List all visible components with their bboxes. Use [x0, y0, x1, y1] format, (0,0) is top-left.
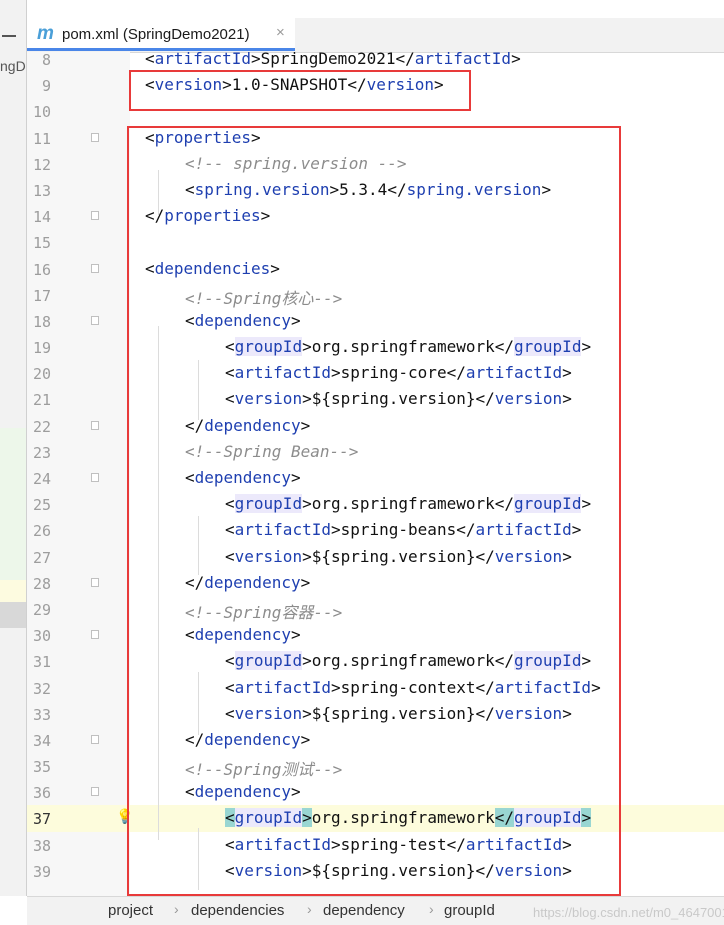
code-token: < — [145, 49, 155, 68]
fold-marker-icon[interactable] — [91, 734, 99, 744]
breadcrumb-separator: › — [174, 901, 179, 917]
line-number: 18 — [32, 312, 51, 331]
line-number: 24 — [32, 470, 51, 488]
code-token: artifactId — [154, 49, 251, 68]
breadcrumb-separator: › — [307, 901, 312, 917]
line-number: 13 — [32, 181, 51, 200]
tree-selection — [0, 602, 26, 628]
line-number: 16 — [32, 260, 51, 279]
line-number: 29 — [32, 600, 51, 619]
line-number: 37 — [32, 810, 51, 829]
line-number: 34 — [32, 731, 51, 750]
line-number: 14 — [32, 208, 51, 227]
line-number: 15 — [32, 234, 51, 253]
code-token: > — [250, 49, 261, 68]
tree-highlight-yellow — [0, 580, 26, 602]
line-number: 19 — [32, 339, 51, 358]
watermark: https://blog.csdn.net/m0_46470018 — [533, 905, 724, 920]
fold-marker-icon[interactable] — [91, 420, 99, 430]
line-number: 33 — [32, 705, 51, 724]
line-number: 36 — [32, 784, 51, 803]
line-number: 26 — [32, 522, 51, 541]
line-number: 17 — [32, 286, 51, 305]
fold-marker-icon[interactable] — [91, 132, 99, 142]
line-number: 31 — [32, 653, 51, 672]
fold-marker-icon[interactable] — [91, 630, 99, 640]
line-number: 25 — [32, 496, 51, 515]
code-token: </ — [395, 49, 415, 68]
line-number: 28 — [32, 574, 51, 593]
fold-marker-icon[interactable] — [91, 787, 99, 797]
code-token: artifactId — [414, 49, 512, 68]
close-icon[interactable]: × — [276, 24, 285, 41]
code-token: > — [511, 49, 521, 68]
breadcrumb-separator: › — [429, 901, 434, 917]
line-number: 8 — [41, 51, 51, 69]
maven-m-icon: m — [37, 23, 54, 44]
fold-marker-icon[interactable] — [91, 211, 99, 221]
code-text: <artifactId>SpringDemo2021</artifactId> — [145, 49, 521, 68]
highlight-box-dependencies — [127, 126, 621, 896]
indent-guide — [198, 828, 199, 890]
breadcrumb-project[interactable]: project — [108, 902, 153, 919]
indent-guide — [198, 516, 199, 575]
line-number: 12 — [32, 155, 51, 174]
line-number: 30 — [32, 627, 51, 646]
fold-marker-icon[interactable] — [91, 263, 99, 273]
tree-highlight-green — [0, 428, 26, 580]
indent-guide — [198, 360, 199, 420]
project-panel[interactable]: ngD — [0, 0, 27, 896]
indent-guide — [158, 326, 159, 840]
line-number: 35 — [32, 758, 51, 777]
project-tree-label[interactable]: ngD — [0, 58, 26, 74]
line-number: 39 — [32, 862, 51, 881]
breadcrumb-dependency[interactable]: dependency — [323, 902, 405, 919]
indent-guide — [198, 672, 199, 735]
minimize-icon[interactable] — [2, 35, 16, 37]
line-number: 32 — [32, 679, 51, 698]
fold-marker-icon[interactable] — [91, 315, 99, 325]
code-line[interactable]: 8 <artifactId>SpringDemo2021</artifactId> — [27, 46, 724, 72]
line-number: 27 — [32, 548, 51, 567]
line-number: 22 — [32, 417, 51, 436]
fold-marker-icon[interactable] — [91, 577, 99, 587]
code-token: SpringDemo2021 — [260, 49, 396, 68]
line-number: 21 — [32, 391, 51, 410]
line-number: 11 — [32, 129, 51, 148]
fold-marker-icon[interactable] — [91, 473, 99, 482]
breadcrumb-bar: project › dependencies › dependency › gr… — [27, 896, 724, 925]
line-number: 9 — [41, 77, 51, 96]
indent-guide — [158, 170, 159, 216]
line-number: 23 — [32, 443, 51, 462]
line-number: 10 — [32, 103, 51, 122]
breadcrumb-dependencies[interactable]: dependencies — [191, 902, 284, 919]
line-number: 38 — [32, 836, 51, 855]
line-number: 20 — [32, 365, 51, 384]
tab-title: pom.xml (SpringDemo2021) — [62, 26, 250, 43]
breadcrumb-groupid[interactable]: groupId — [444, 902, 495, 919]
highlight-box-version — [129, 70, 471, 111]
